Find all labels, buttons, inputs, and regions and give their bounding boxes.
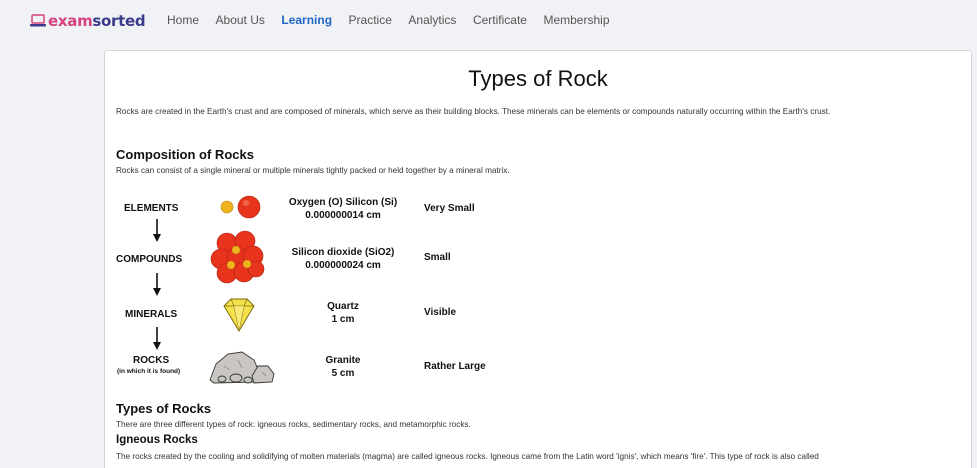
figure-level-elements: ELEMENTS xyxy=(124,203,179,214)
figure-example-minerals: Quartz 1 cm xyxy=(327,301,359,325)
nav-analytics[interactable]: Analytics xyxy=(408,13,456,27)
composition-heading: Composition of Rocks xyxy=(116,147,254,162)
composition-paragraph: Rocks can consist of a single mineral or… xyxy=(116,166,510,175)
figure-size-minerals: Visible xyxy=(424,307,457,318)
nav-membership[interactable]: Membership xyxy=(543,13,609,27)
brand-name: examsorted xyxy=(48,11,146,30)
figure-example-elements: Oxygen (O) Silicon (Si) 0.000000014 cm xyxy=(288,197,398,221)
arrow-down-icon xyxy=(153,327,161,350)
intro-paragraph: Rocks are created in the Earth's crust a… xyxy=(116,107,831,116)
brand-logo[interactable]: examsorted xyxy=(30,9,146,33)
igneous-heading: Igneous Rocks xyxy=(116,434,198,446)
rock-composition-figure: ELEMENTS Oxygen (O) Silicon (Si) 0.00000… xyxy=(116,194,499,387)
top-navbar: examsorted Home About Us Learning Practi… xyxy=(0,0,977,42)
igneous-paragraph: The rocks created by the cooling and sol… xyxy=(116,452,819,461)
figure-example-rocks: Granite 5 cm xyxy=(325,355,361,379)
types-paragraph: There are three different types of rock:… xyxy=(116,420,471,429)
arrow-down-icon xyxy=(153,219,161,242)
article-card: Types of Rock Rocks are created in the E… xyxy=(104,50,972,468)
types-heading: Types of Rocks xyxy=(116,401,212,416)
figure-size-compounds: Small xyxy=(424,252,451,263)
page-title: Types of Rock xyxy=(468,66,608,91)
figure-size-rocks: Rather Large xyxy=(424,361,486,372)
figure-level-minerals: MINERALS xyxy=(125,309,178,320)
rocks-icon xyxy=(209,351,275,384)
atoms-icon xyxy=(220,195,261,219)
figure-example-compounds: Silicon dioxide (SiO2) 0.000000024 cm xyxy=(291,247,395,271)
nav-practice[interactable]: Practice xyxy=(349,13,392,27)
figure-level-compounds: COMPOUNDS xyxy=(116,254,183,265)
nav-about-us[interactable]: About Us xyxy=(216,13,265,27)
figure-rocks-note: (in which it is found) xyxy=(117,368,181,375)
figure-level-rocks: ROCKS xyxy=(133,355,170,366)
crystal-icon xyxy=(223,298,255,332)
figure-size-elements: Very Small xyxy=(424,203,475,214)
molecule-icon xyxy=(210,230,265,284)
laptop-logo-icon xyxy=(30,14,46,27)
nav-learning[interactable]: Learning xyxy=(281,13,332,27)
nav-certificate[interactable]: Certificate xyxy=(473,13,527,27)
main-nav: Home About Us Learning Practice Analytic… xyxy=(167,13,626,27)
arrow-down-icon xyxy=(153,273,161,296)
nav-home[interactable]: Home xyxy=(167,13,199,27)
